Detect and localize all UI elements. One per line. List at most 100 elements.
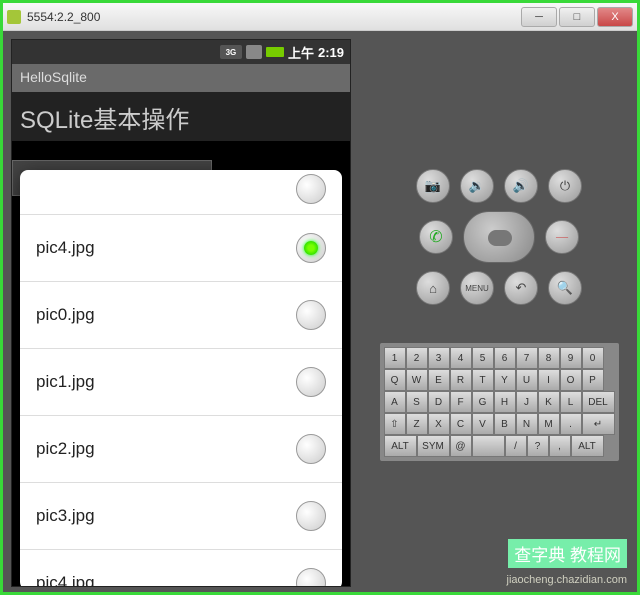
radio-button[interactable] [296,233,326,263]
search-button[interactable]: 🔍 [548,271,582,305]
dpad[interactable] [463,211,535,263]
volume-up-button[interactable]: 🔊 [504,169,538,203]
key[interactable]: Z [406,413,428,435]
key[interactable]: A [384,391,406,413]
radio-button[interactable] [296,434,326,464]
list-item-label: pic3.jpg [36,506,95,526]
list-item[interactable]: pic3.jpg [20,483,342,550]
radio-button[interactable] [296,300,326,330]
list-item[interactable]: pic2.jpg [20,416,342,483]
key[interactable]: X [428,413,450,435]
radio-button[interactable] [296,367,326,397]
key[interactable]: M [538,413,560,435]
key[interactable]: P [582,369,604,391]
key[interactable]: F [450,391,472,413]
key[interactable]: D [428,391,450,413]
key[interactable]: ? [527,435,549,457]
kb-row-4: ⇧ZXCVBNM.↵ [384,413,615,435]
key[interactable]: SYM [417,435,450,457]
key[interactable]: J [516,391,538,413]
back-button[interactable]: ↶ [504,271,538,305]
list-item[interactable]: pic4.jpg [20,215,342,282]
kb-row-1: 1234567890 [384,347,615,369]
list-item-label: pic2.jpg [36,439,95,459]
kb-row-3: ASDFGHJKLDEL [384,391,615,413]
time-prefix: 上午 [288,43,314,62]
list-item-label: pic4.jpg [36,573,95,587]
key[interactable]: 6 [494,347,516,369]
key[interactable]: 8 [538,347,560,369]
battery-icon [266,47,284,57]
key[interactable]: 2 [406,347,428,369]
key[interactable]: ↵ [582,413,615,435]
page-heading: SQLite基本操作 [12,92,350,141]
key[interactable]: ALT [384,435,417,457]
key[interactable]: 1 [384,347,406,369]
key[interactable]: W [406,369,428,391]
key[interactable] [472,435,505,457]
key[interactable]: H [494,391,516,413]
list-item-label: pic0.jpg [36,305,95,325]
key[interactable]: @ [450,435,472,457]
control-row-3: ⌂ MENU ↶ 🔍 [416,271,582,305]
end-call-button[interactable]: ⏤ [545,220,579,254]
key[interactable]: I [538,369,560,391]
kb-row-5: ALTSYM@ /?,ALT [384,435,615,457]
key[interactable]: T [472,369,494,391]
android-icon [7,10,21,24]
key[interactable]: Q [384,369,406,391]
maximize-button[interactable]: □ [559,7,595,27]
list-item[interactable]: pic0.jpg [20,282,342,349]
list-item[interactable] [20,170,342,215]
radio-button[interactable] [296,568,326,587]
key[interactable]: C [450,413,472,435]
key[interactable]: G [472,391,494,413]
key[interactable]: ⇧ [384,413,406,435]
minimize-button[interactable]: ─ [521,7,557,27]
key[interactable]: 0 [582,347,604,369]
list-item[interactable]: pic1.jpg [20,349,342,416]
home-button[interactable]: ⌂ [416,271,450,305]
key[interactable]: S [406,391,428,413]
content-area: 3G 上午 2:19 HelloSqlite SQLite基本操作 pic4.j… [3,31,637,592]
watermark-brand: 查字典 教程网 [508,539,627,568]
time-label: 2:19 [318,45,344,60]
key[interactable]: , [549,435,571,457]
dialog-list[interactable]: pic4.jpg pic0.jpg pic1.jpg pic2.jpg [20,170,342,587]
key[interactable]: R [450,369,472,391]
call-button[interactable]: ✆ [419,220,453,254]
key[interactable]: 4 [450,347,472,369]
menu-button[interactable]: MENU [460,271,494,305]
key[interactable]: N [516,413,538,435]
window-title: 5554:2.2_800 [27,10,519,24]
key[interactable]: O [560,369,582,391]
power-button[interactable]: ⏻ [548,169,582,203]
phone-screen: 3G 上午 2:19 HelloSqlite SQLite基本操作 pic4.j… [11,39,351,587]
key[interactable]: U [516,369,538,391]
key[interactable]: 5 [472,347,494,369]
key[interactable]: ALT [571,435,604,457]
key[interactable]: K [538,391,560,413]
volume-down-button[interactable]: 🔉 [460,169,494,203]
key[interactable]: Y [494,369,516,391]
key[interactable]: B [494,413,516,435]
titlebar: 5554:2.2_800 ─ □ X [3,3,637,31]
radio-button[interactable] [296,501,326,531]
key[interactable]: / [505,435,527,457]
key[interactable]: 7 [516,347,538,369]
close-button[interactable]: X [597,7,633,27]
key[interactable]: 9 [560,347,582,369]
key[interactable]: V [472,413,494,435]
key[interactable]: DEL [582,391,615,413]
camera-button[interactable]: 📷 [416,169,450,203]
kb-row-2: QWERTYUIOP [384,369,615,391]
radio-button[interactable] [296,174,326,204]
key[interactable]: . [560,413,582,435]
key[interactable]: 3 [428,347,450,369]
key[interactable]: L [560,391,582,413]
key[interactable]: E [428,369,450,391]
list-item-label: pic4.jpg [36,238,95,258]
emulator-controls: 📷 🔉 🔊 ⏻ ✆ ⏤ ⌂ MENU ↶ 🔍 1234567890 QWERTY… [369,39,629,584]
app-title: HelloSqlite [12,64,350,92]
list-item[interactable]: pic4.jpg [20,550,342,587]
